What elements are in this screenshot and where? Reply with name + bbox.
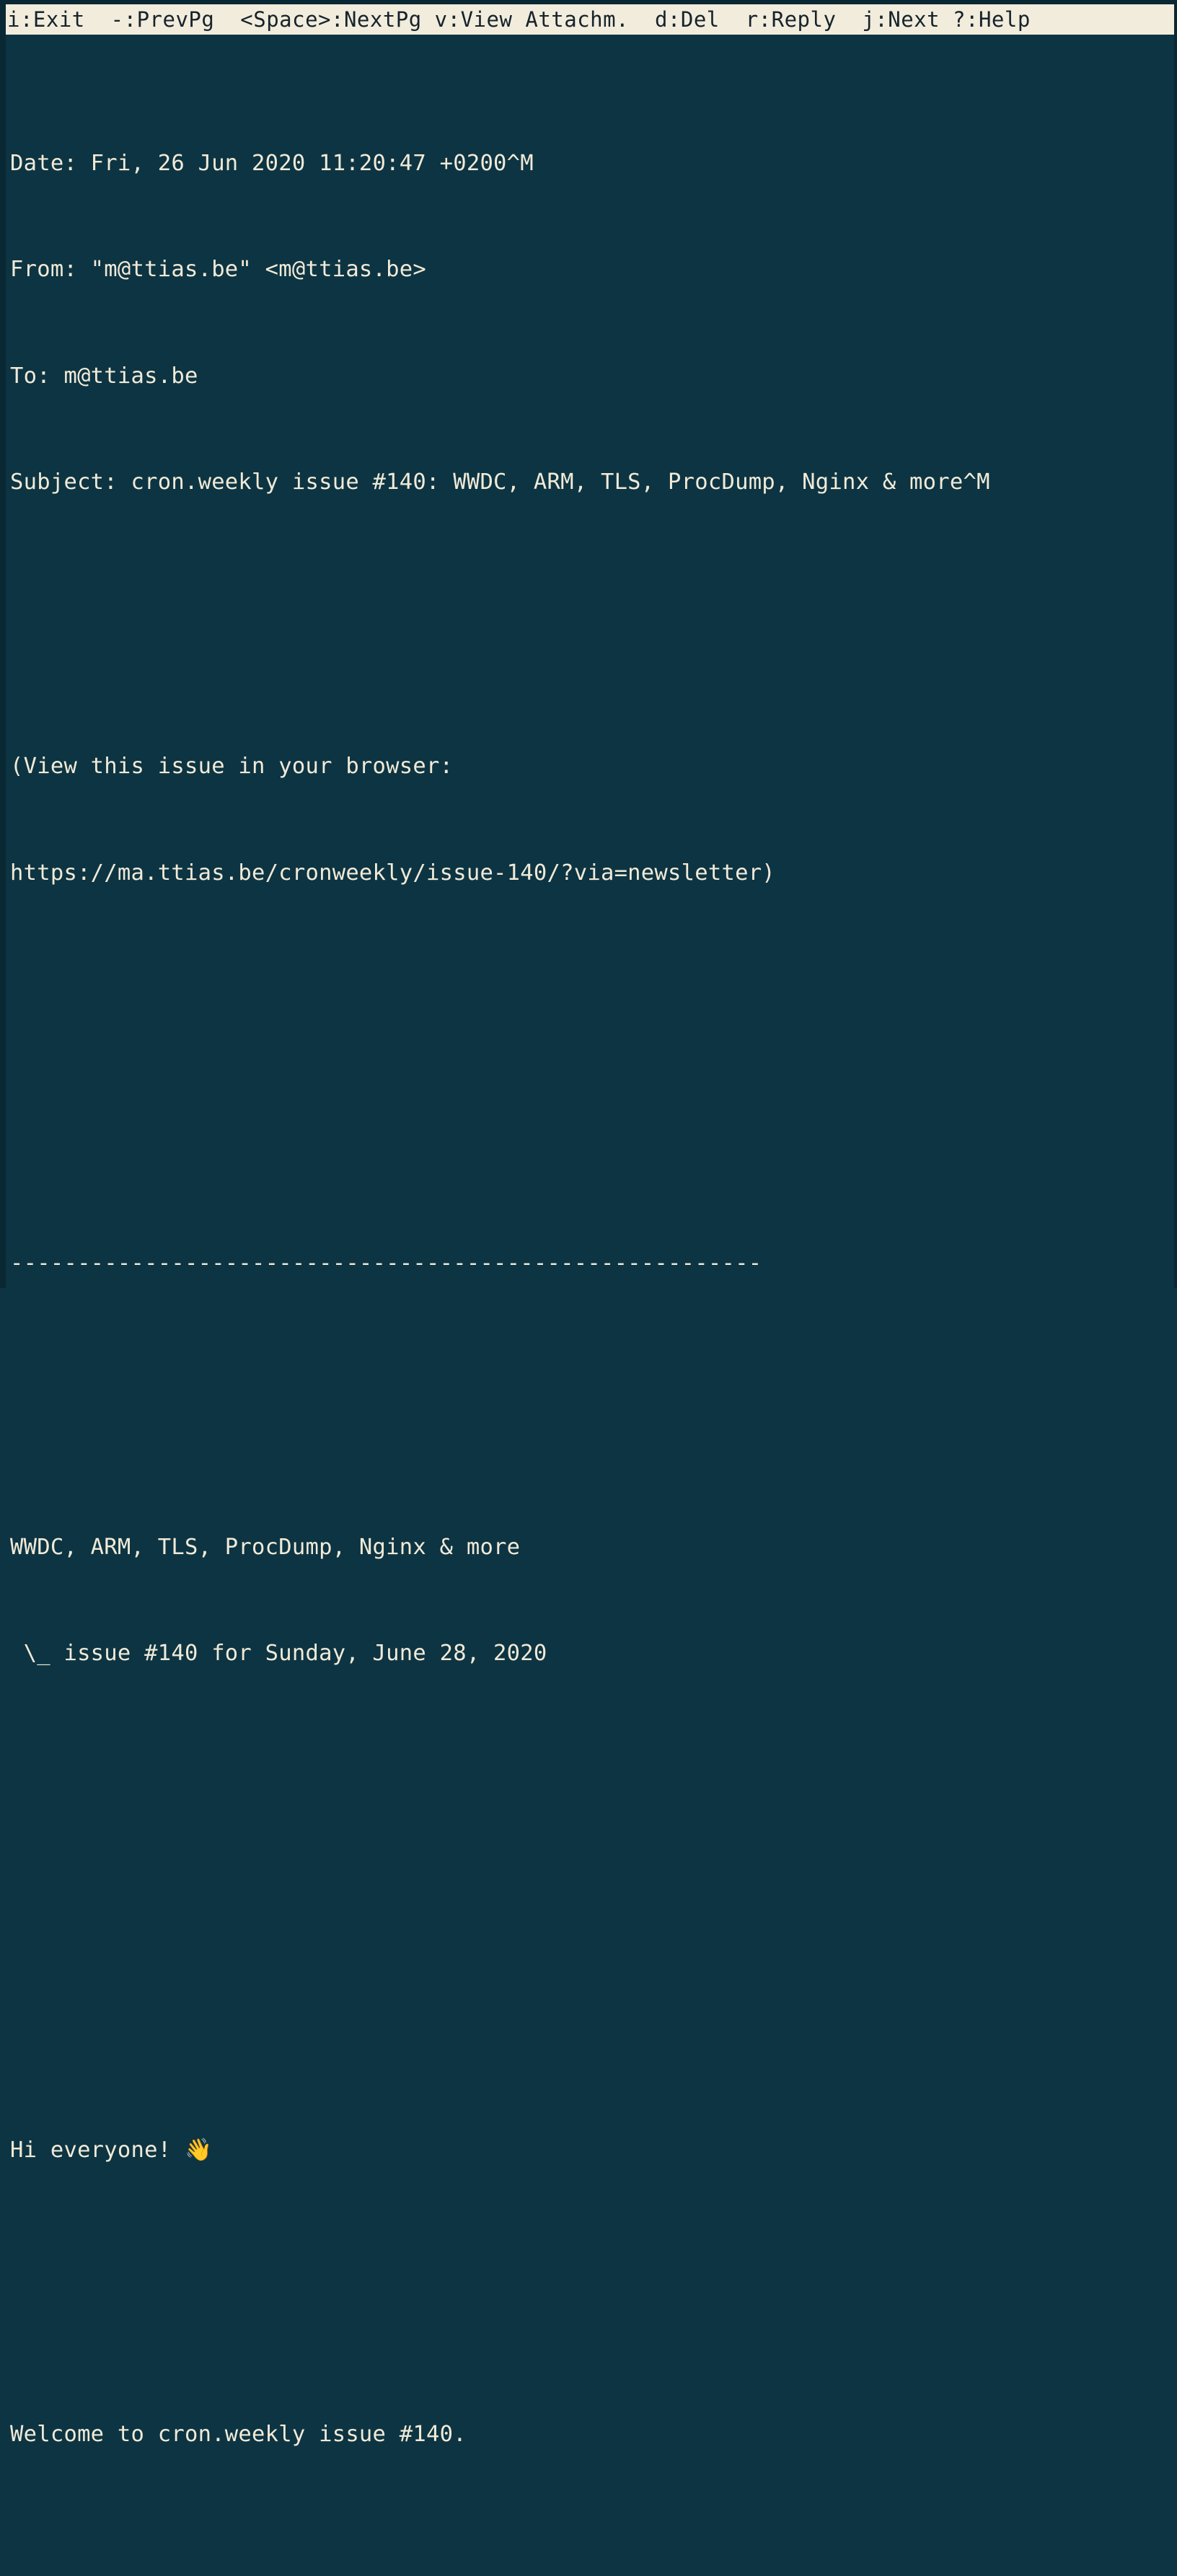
terminal-window: i:Exit -:PrevPg <Space>:NextPg v:View At… (0, 0, 1177, 2447)
email-pager-body[interactable]: Date: Fri, 26 Jun 2020 11:20:47 +0200^M … (6, 35, 1174, 2576)
waving-hand-emoji: 👋 (184, 2137, 213, 2163)
statusbar-keys: i:Exit -:PrevPg <Space>:NextPg v:View At… (7, 7, 1031, 32)
header-to: To: m@ttias.be (10, 363, 198, 389)
header-subject: Subject: cron.weekly issue #140: WWDC, A… (10, 469, 990, 495)
greeting-text: Hi everyone! (10, 2137, 185, 2163)
welcome-line: Welcome to cron.weekly issue #140. (10, 2421, 467, 2447)
pager-status-bar: i:Exit -:PrevPg <Space>:NextPg v:View At… (6, 4, 1174, 35)
issue-subtitle: \_ issue #140 for Sunday, June 28, 2020 (10, 1641, 547, 1667)
header-date: Date: Fri, 26 Jun 2020 11:20:47 +0200^M (10, 150, 534, 176)
divider-rule: ----------------------------------------… (10, 1250, 762, 1276)
greeting-line: Hi everyone! 👋 (10, 2132, 1174, 2168)
browser-url-line[interactable]: https://ma.ttias.be/cronweekly/issue-140… (10, 855, 1174, 891)
header-from: From: "m@ttias.be" <m@ttias.be> (10, 257, 426, 283)
browser-note-line: (View this issue in your browser: (10, 754, 454, 780)
issue-title: WWDC, ARM, TLS, ProcDump, Nginx & more (10, 1534, 521, 1560)
